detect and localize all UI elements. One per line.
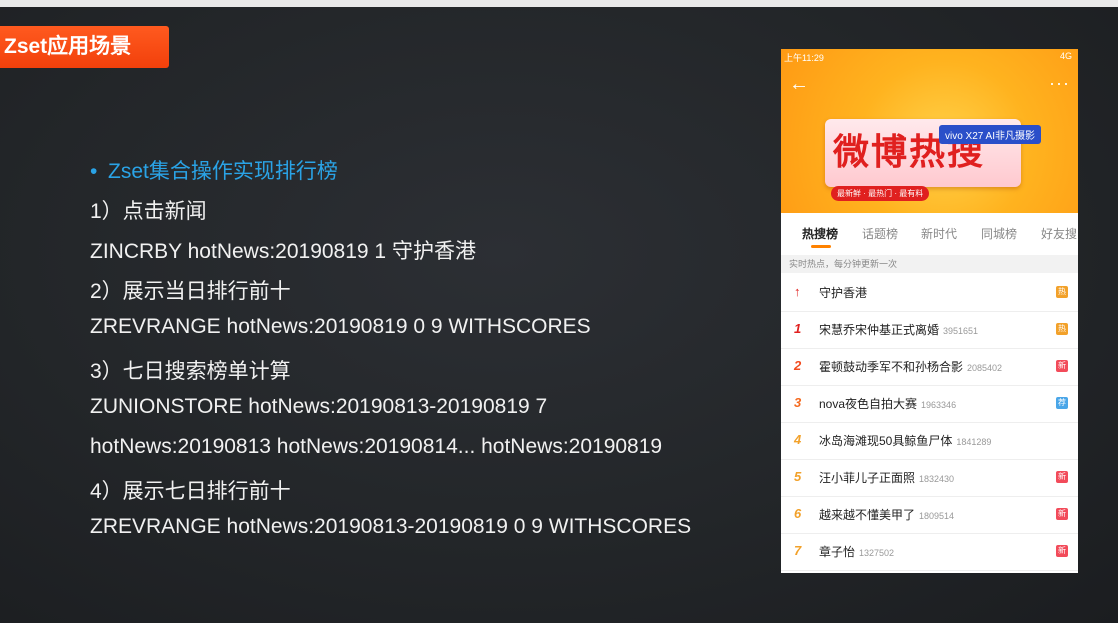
row-title: 宋慧乔宋仲基正式离婚 3951651 bbox=[819, 321, 978, 338]
top-window-strip bbox=[0, 0, 1118, 7]
hot-search-row[interactable]: 6 越来越不懂美甲了 1809514 新 bbox=[781, 496, 1078, 534]
row-rank: 3 bbox=[794, 395, 802, 410]
tab-topics[interactable]: 话题榜 bbox=[862, 225, 898, 242]
row-title: 汪小菲儿子正面照 1832430 bbox=[819, 469, 954, 486]
slide-title: Zset应用场景 bbox=[0, 26, 169, 68]
row-title: 冰岛海滩现50具鲸鱼尸体 1841289 bbox=[819, 432, 991, 449]
list-subheader: 实时热点，每分钟更新一次 bbox=[781, 255, 1078, 273]
hot-search-row[interactable]: 5 汪小菲儿子正面照 1832430 新 bbox=[781, 459, 1078, 497]
row-rank: 1 bbox=[794, 321, 802, 336]
row-title: 守护香港 bbox=[819, 284, 867, 301]
content-line-2: ZINCRBY hotNews:20190819 1 守护香港 bbox=[90, 240, 476, 263]
content-line-3: 2）展示当日排行前十 bbox=[90, 280, 291, 303]
status-time: 上午11:29 bbox=[784, 53, 824, 63]
row-title-text: 汪小菲儿子正面照 bbox=[819, 471, 916, 485]
hot-search-row[interactable]: 3 nova夜色自拍大赛 1963346 荐 bbox=[781, 385, 1078, 423]
tab-new-era[interactable]: 新时代 bbox=[921, 225, 957, 242]
content-line-7: hotNews:20190813 hotNews:20190814... hot… bbox=[90, 435, 663, 458]
tab-friends[interactable]: 好友搜 bbox=[1041, 225, 1077, 242]
row-badge: 热 bbox=[1056, 286, 1068, 298]
tab-hot-search[interactable]: 热搜榜 bbox=[802, 225, 838, 242]
row-count: 1809514 bbox=[919, 511, 955, 521]
content-line-5: 3）七日搜索榜单计算 bbox=[90, 360, 291, 383]
phone-screenshot: 上午11:29 4G ← ··· 微博热搜 vivo X27 AI非凡摄影 最新… bbox=[781, 49, 1078, 573]
hot-search-row[interactable]: 1 宋慧乔宋仲基正式离婚 3951651 热 bbox=[781, 311, 1078, 349]
row-badge: 新 bbox=[1056, 471, 1068, 483]
row-title: 章子怡 1327502 bbox=[819, 543, 894, 560]
row-count: 1327502 bbox=[859, 548, 895, 558]
content-line-4: ZREVRANGE hotNews:20190819 0 9 WITHSCORE… bbox=[90, 315, 591, 338]
row-badge: 新 bbox=[1056, 508, 1068, 520]
status-network: 4G bbox=[1059, 51, 1072, 61]
row-count: 2085402 bbox=[967, 363, 1003, 373]
row-count: 1963346 bbox=[921, 400, 957, 410]
row-title-text: 章子怡 bbox=[819, 545, 856, 559]
tab-bar: 热搜榜 话题榜 新时代 同城榜 好友搜 bbox=[781, 213, 1078, 255]
bullet-dot-icon: • bbox=[90, 160, 98, 183]
row-badge: 新 bbox=[1056, 545, 1068, 557]
row-badge: 新 bbox=[1056, 360, 1068, 372]
content-line-1: 1）点击新闻 bbox=[90, 200, 207, 223]
hot-search-row[interactable]: ↑ 守护香港 热 bbox=[781, 274, 1078, 312]
active-tab-indicator bbox=[811, 245, 831, 248]
brand-badge: vivo X27 AI非凡摄影 bbox=[938, 125, 1041, 144]
bullet-heading: • Zset集合操作实现排行榜 bbox=[90, 155, 338, 185]
row-rank: 5 bbox=[794, 469, 802, 484]
row-rank: 6 bbox=[794, 506, 802, 521]
row-title: 霍顿鼓动季军不和孙杨合影 2085402 bbox=[819, 358, 1002, 375]
weibo-hot-search-logo: 微博热搜 vivo X27 AI非凡摄影 最新鲜 · 最热门 · 最有料 bbox=[825, 119, 1041, 201]
hot-search-row[interactable]: 7 章子怡 1327502 新 bbox=[781, 533, 1078, 571]
hot-search-banner: 上午11:29 4G ← ··· 微博热搜 vivo X27 AI非凡摄影 最新… bbox=[781, 49, 1078, 213]
row-title: 越来越不懂美甲了 1809514 bbox=[819, 506, 954, 523]
heading-text: Zset集合操作实现排行榜 bbox=[108, 160, 338, 183]
content-line-9: ZREVRANGE hotNews:20190813-20190819 0 9 … bbox=[90, 515, 692, 538]
tab-local[interactable]: 同城榜 bbox=[981, 225, 1017, 242]
pinned-top-icon: ↑ bbox=[794, 284, 801, 299]
content-line-6: ZUNIONSTORE hotNews:20190813-20190819 7 bbox=[90, 395, 548, 418]
row-title-text: 宋慧乔宋仲基正式离婚 bbox=[819, 323, 940, 337]
row-title-text: 冰岛海滩现50具鲸鱼尸体 bbox=[819, 434, 953, 448]
row-title-text: 守护香港 bbox=[819, 286, 868, 300]
row-title-text: 霍顿鼓动季军不和孙杨合影 bbox=[819, 360, 964, 374]
row-count: 1832430 bbox=[919, 474, 955, 484]
row-badge: 热 bbox=[1056, 323, 1068, 335]
row-badge: 荐 bbox=[1056, 397, 1068, 409]
hot-search-row[interactable]: 2 霍顿鼓动季军不和孙杨合影 2085402 新 bbox=[781, 348, 1078, 386]
content-line-8: 4）展示七日排行前十 bbox=[90, 480, 291, 503]
row-rank: 2 bbox=[794, 358, 802, 373]
row-count: 1841289 bbox=[956, 437, 992, 447]
hot-search-row[interactable]: 4 冰岛海滩现50具鲸鱼尸体 1841289 bbox=[781, 422, 1078, 460]
row-rank: 7 bbox=[794, 543, 802, 558]
back-arrow-icon[interactable]: ← bbox=[789, 73, 809, 96]
more-icon[interactable]: ··· bbox=[1049, 73, 1070, 94]
row-title-text: nova夜色自拍大赛 bbox=[819, 397, 918, 411]
row-count: 3951651 bbox=[943, 326, 979, 336]
row-title: nova夜色自拍大赛 1963346 bbox=[819, 395, 956, 412]
row-rank: 4 bbox=[794, 432, 802, 447]
logo-tagline: 最新鲜 · 最热门 · 最有料 bbox=[831, 186, 930, 201]
row-title-text: 越来越不懂美甲了 bbox=[819, 508, 916, 522]
